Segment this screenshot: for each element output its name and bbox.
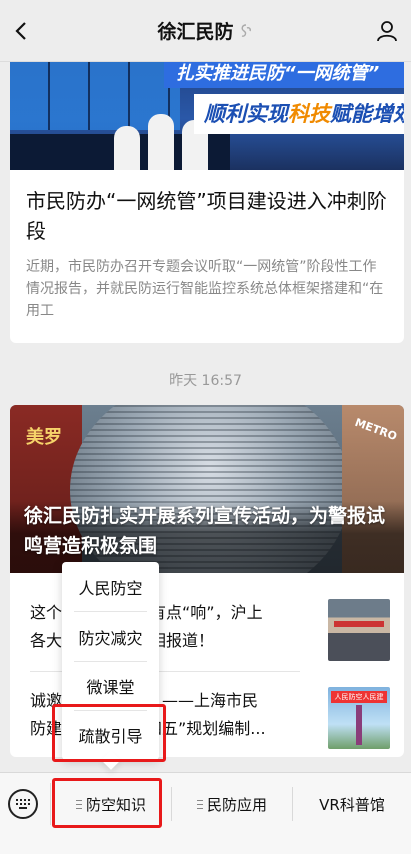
banner-text: 顺利实现 bbox=[204, 102, 288, 126]
verified-badge-icon bbox=[241, 23, 251, 37]
submenu-lines-icon bbox=[196, 799, 203, 809]
chevron-left-icon bbox=[15, 22, 26, 40]
menu-tab-fangkongzhishi[interactable]: 防空知识 bbox=[51, 773, 171, 835]
banner-text: 赋能增效 bbox=[330, 102, 404, 126]
menu-tab-label: 民防应用 bbox=[206, 795, 267, 814]
list-item-thumbnail: 人民防空人民建 bbox=[328, 687, 390, 749]
user-profile-icon bbox=[377, 21, 397, 42]
menu-tab-vr-kepuguan[interactable]: VR科普馆 bbox=[293, 773, 411, 835]
text-fragment: 有点“响”，沪上 bbox=[150, 603, 263, 622]
cover-banner-line1: 扎实推进民防“一网统管” bbox=[164, 62, 404, 88]
person bbox=[148, 114, 174, 170]
article-cover-image: 扎实推进民防“一网统管” 顺利实现科技赋能增效 bbox=[10, 62, 404, 170]
keyboard-toggle-button[interactable] bbox=[8, 789, 38, 819]
thumb-tag: 人民防空人民建 bbox=[331, 691, 387, 703]
person bbox=[114, 126, 140, 170]
submenu-popup: 人民防空 防灾减灾 微课堂 疏散引导 bbox=[62, 562, 159, 760]
text-fragment: 这个 bbox=[30, 603, 63, 622]
keyboard-icon bbox=[16, 799, 30, 809]
thumb-detail bbox=[334, 621, 384, 627]
list-item-thumbnail bbox=[328, 599, 390, 661]
message-timestamp: 昨天 16:57 bbox=[169, 373, 242, 389]
official-account-menu: 防空知识 民防应用 VR科普馆 bbox=[0, 772, 411, 834]
article-headline[interactable]: 市民防办“一网统管”项目建设进入冲刺阶段 bbox=[10, 170, 404, 246]
text-fragment: 各大 bbox=[30, 631, 63, 650]
article-cover-image[interactable]: 美罗 METRO 徐汇民防扎实开展系列宣传活动，为警报试鸣营造积极氛围 bbox=[10, 405, 404, 573]
cover-banner-line2: 顺利实现科技赋能增效 bbox=[194, 94, 404, 134]
home-indicator-area bbox=[0, 834, 411, 854]
building-sign: METRO bbox=[353, 415, 399, 444]
menu-tab-label: VR科普馆 bbox=[319, 795, 385, 814]
article-summary: 近期，市民防办召开专题会议听取“一网统管”阶段性工作情况报告，并就民防运行智能监… bbox=[26, 259, 384, 319]
tower-shape bbox=[356, 705, 362, 745]
submenu-lines-icon bbox=[75, 799, 82, 809]
submenu-item-shusanyindao[interactable]: 疏散引导 bbox=[62, 710, 159, 759]
text-fragment: 相报道！ bbox=[150, 631, 215, 650]
back-button[interactable] bbox=[6, 15, 38, 47]
text-fragment: 诚邀 bbox=[30, 691, 63, 710]
submenu-item-renminfangkong[interactable]: 人民防空 bbox=[62, 562, 159, 611]
menu-tab-minfangyingyong[interactable]: 民防应用 bbox=[172, 773, 292, 835]
building-sign: 美罗 bbox=[26, 427, 62, 448]
profile-button[interactable] bbox=[371, 15, 403, 47]
text-fragment: ！——上海市民 bbox=[146, 691, 259, 710]
page-title: 徐汇民防 bbox=[157, 21, 234, 43]
submenu-item-weiketang[interactable]: 微课堂 bbox=[62, 661, 159, 710]
text-fragment: 防建 bbox=[30, 719, 63, 738]
nav-bar: 徐汇民防 bbox=[0, 0, 411, 62]
menu-tab-label: 防空知识 bbox=[85, 795, 146, 814]
article-card[interactable]: 扎实推进民防“一网统管” 顺利实现科技赋能增效 市民防办“一网统管”项目建设进入… bbox=[10, 62, 404, 343]
banner-emphasis: 科技 bbox=[288, 102, 330, 126]
submenu-item-fangzaijianzai[interactable]: 防灾减灾 bbox=[62, 612, 159, 661]
text-fragment: 四五”规划编制... bbox=[146, 719, 266, 738]
